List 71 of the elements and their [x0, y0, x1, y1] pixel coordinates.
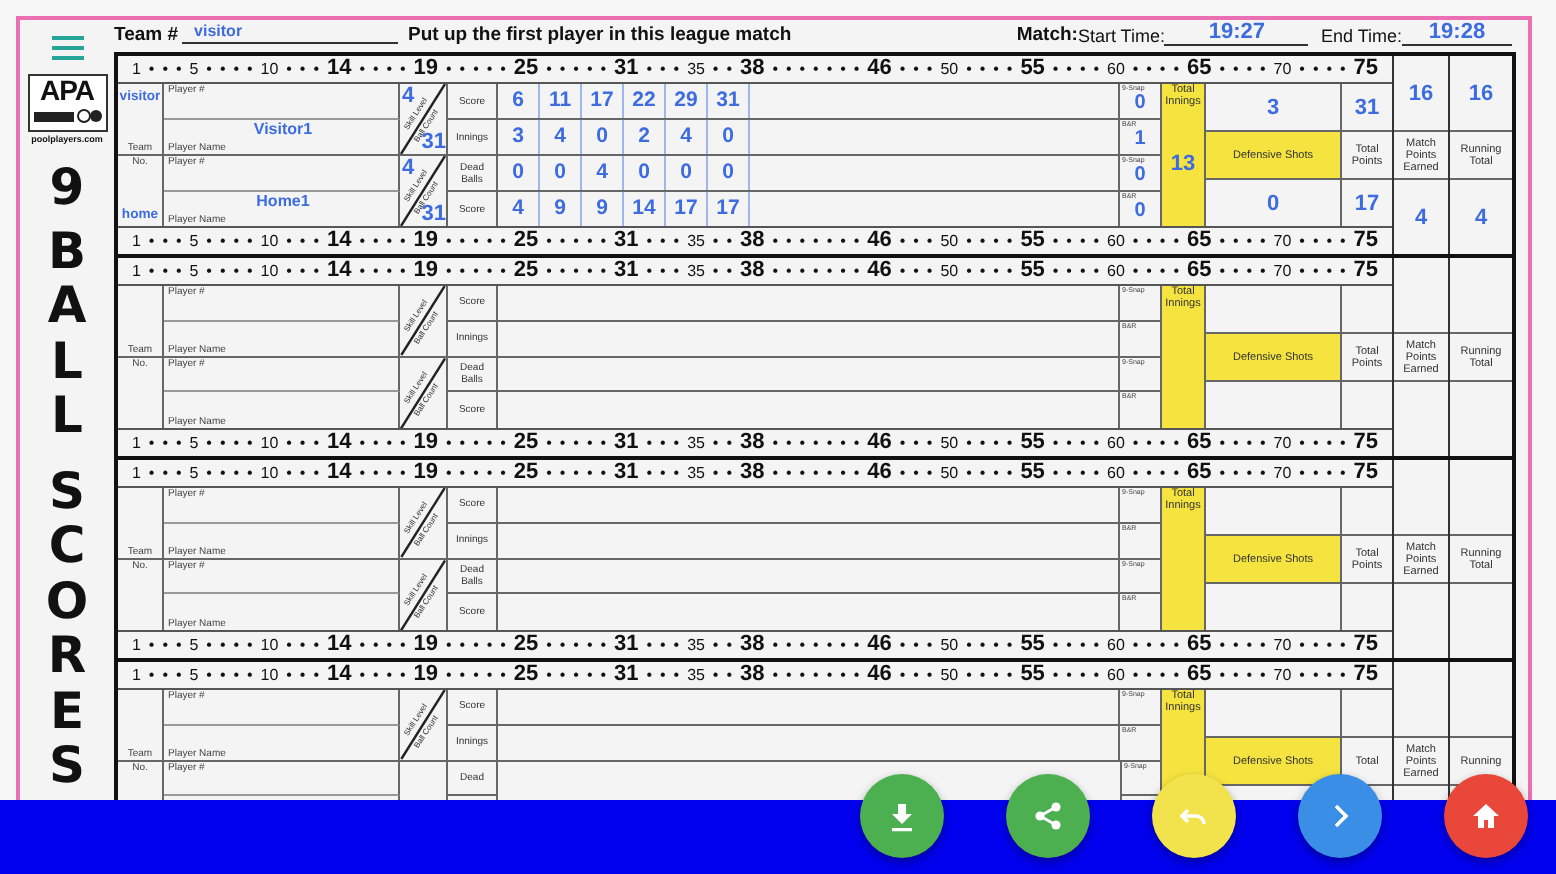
- score-cell: 6: [498, 84, 540, 118]
- menu-icon[interactable]: [51, 36, 83, 60]
- score-cell: 29: [666, 84, 708, 118]
- sheet-title: SCORES: [43, 463, 91, 793]
- player-name: Visitor1: [253, 120, 313, 140]
- snap-value: 0: [1134, 92, 1146, 116]
- total-points-value: 17: [1354, 191, 1380, 215]
- score-cell: 4: [666, 120, 708, 154]
- score-cell: 31: [708, 84, 750, 118]
- ball-count-ruler: 1 • • • 5 • • • • 10 • • • 14 • • • • 19 • • • • • 25 • • • • • 31 • • • 35 • • 38 • • • • • • • 46 • • • 50 • • • • 55 • • • • 60 • • • • 65 • • • • 70 • • • • 75: [118, 662, 1392, 690]
- instruction-text: Put up the first player in this league match: [408, 24, 792, 46]
- score-cell: 14: [624, 192, 666, 226]
- start-time-field[interactable]: 19:27: [1164, 20, 1309, 46]
- home-icon: [1470, 800, 1502, 832]
- team-field[interactable]: visitor: [182, 20, 399, 44]
- share-icon: [1032, 800, 1064, 832]
- end-time-field[interactable]: 19:28: [1402, 20, 1512, 46]
- sheet-title: BALL: [45, 223, 89, 443]
- score-cell: 3: [498, 120, 540, 154]
- score-cell: 0: [666, 156, 708, 190]
- skill-level: 4: [402, 84, 415, 108]
- diagonal-divider: [400, 84, 446, 154]
- diagonal-divider: [400, 559, 446, 630]
- score-cell: 0: [708, 120, 750, 154]
- score-cell: 4: [582, 156, 624, 190]
- diagonal-divider: [400, 156, 446, 226]
- score-cell: 22: [624, 84, 666, 118]
- snap-value: 1: [1134, 128, 1146, 152]
- match-points-value: 4: [1414, 205, 1428, 229]
- score-cell: 17: [582, 84, 624, 118]
- ball-count-ruler: 1 • • • 5 • • • • 10 • • • 14 • • • • 19 • • • • • 25 • • • • • 31 • • • 35 • • 38 • • • • • • • 46 • • • 50 • • • • 55 • • • • 60 • • • • 65 • • • • 70 • • • • 75: [118, 258, 1392, 286]
- score-cell: 0: [582, 120, 624, 154]
- snap-value: 0: [1134, 200, 1146, 224]
- start-time-label: Start Time:: [1077, 26, 1165, 46]
- diagonal-divider: [400, 488, 446, 557]
- score-cell: 9: [582, 192, 624, 226]
- score-cell: 17: [708, 192, 750, 226]
- defensive-shots-value: 0: [1266, 191, 1280, 215]
- ball-count-ruler: 1 • • • 5 • • • • 10 • • • 14 • • • • 19 • • • • • 25 • • • • • 31 • • • 35 • • 38 • • • • • • • 46 • • • 50 • • • • 55 • • • • 60 • • • • 65 • • • • 70 • • • • 75: [118, 428, 1392, 456]
- score-cell: 17: [666, 192, 708, 226]
- total-innings-value: 13: [1170, 152, 1196, 176]
- logo-text: APA: [39, 78, 95, 104]
- player-name: Home1: [256, 192, 310, 212]
- running-total-value: 16: [1468, 81, 1494, 105]
- diagonal-divider: [400, 357, 446, 428]
- running-total-value: 4: [1474, 205, 1488, 229]
- score-cell: 0: [708, 156, 750, 190]
- defensive-shots-value: 3: [1266, 95, 1280, 119]
- score-cell: 4: [540, 120, 582, 154]
- ball-count-ruler: 1 • • • 5 • • • • 10 • • • 14 • • • • 19 • • • • • 25 • • • • • 31 • • • 35 • • 38 • • • • • • • 46 • • • 50 • • • • 55 • • • • 60 • • • • 65 • • • • 70 • • • • 75: [118, 226, 1392, 254]
- ball-count-ruler: 1 • • • 5 • • • • 10 • • • 14 • • • • 19 • • • • • 25 • • • • • 31 • • • 35 • • 38 • • • • • • • 46 • • • 50 • • • • 55 • • • • 60 • • • • 65 • • • • 70 • • • • 75: [118, 460, 1392, 488]
- skill-level: 4: [402, 156, 415, 180]
- ball-count-ruler: 1 • • • 5 • • • • 10 • • • 14 • • • • 19 • • • • • 25 • • • • • 31 • • • 35 • • 38 • • • • • • • 46 • • • 50 • • • • 55 • • • • 60 • • • • 65 • • • • 70 • • • • 75: [118, 630, 1392, 658]
- sheet-title: 9: [47, 160, 87, 215]
- diagonal-divider: [400, 286, 446, 355]
- total-points-value: 31: [1354, 95, 1380, 119]
- score-cell: 4: [498, 192, 540, 226]
- score-cell: 0: [540, 156, 582, 190]
- diagonal-divider: [400, 690, 446, 759]
- snap-value: 0: [1134, 164, 1146, 188]
- download-icon: [886, 800, 918, 832]
- score-cell: 2: [624, 120, 666, 154]
- ball-count-ruler: 1 • • • 5 • • • • 10 • • • 14 • • • • 19 • • • • • 25 • • • • • 31 • • • 35 • • 38 • • • • • • • 46 • • • 50 • • • • 55 • • • • 60 • • • • 65 • • • • 70 • • • • 75: [118, 56, 1392, 84]
- score-cell: 9: [540, 192, 582, 226]
- score-cell: 0: [624, 156, 666, 190]
- match-points-value: 16: [1408, 81, 1434, 105]
- team-label: Team #: [114, 24, 179, 46]
- score-cell: 0: [498, 156, 540, 190]
- score-cell: 11: [540, 84, 582, 118]
- match-label: Match:: [1016, 24, 1078, 46]
- end-time-label: End Time:: [1320, 26, 1402, 46]
